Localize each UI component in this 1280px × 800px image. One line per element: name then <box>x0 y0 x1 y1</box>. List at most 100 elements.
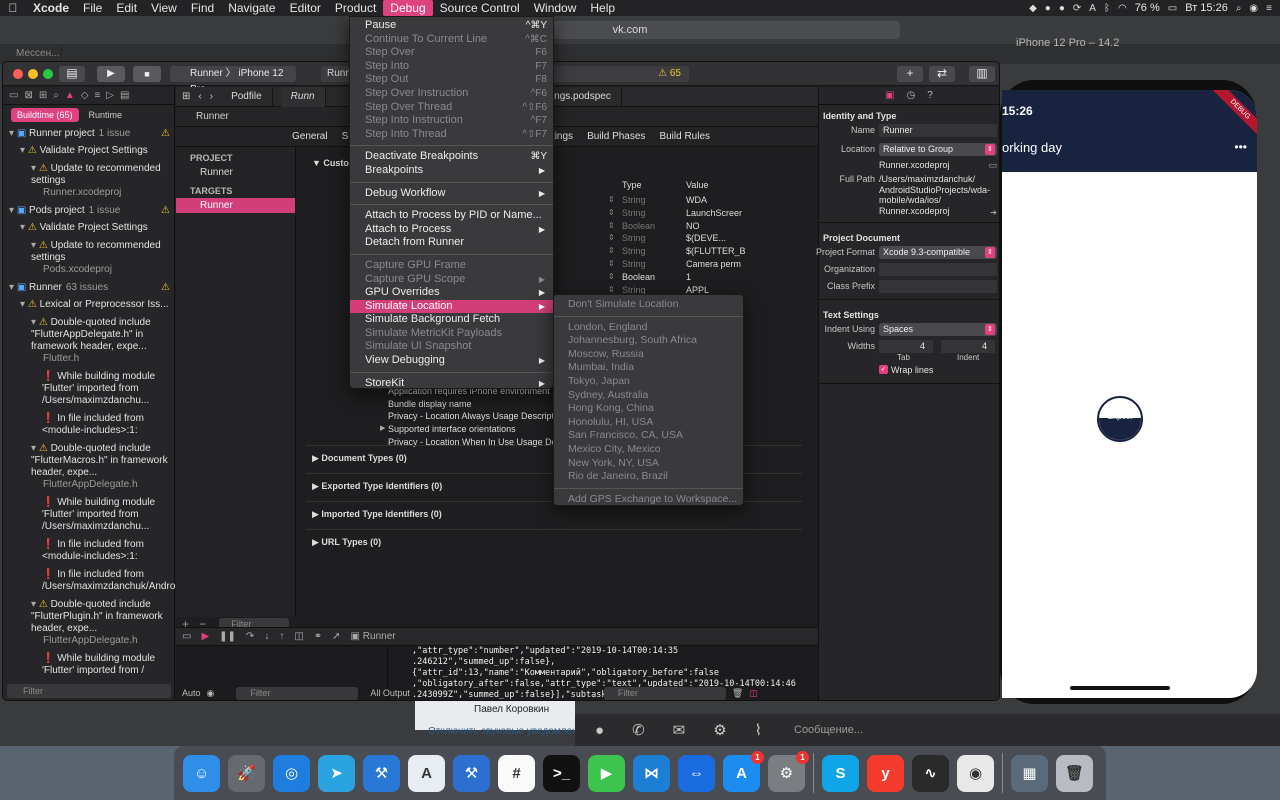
sync-icon[interactable]: ⟳ <box>1073 3 1081 14</box>
issue-row[interactable]: ❗ In file included from <module-includes… <box>3 412 174 438</box>
telegram-status-icon[interactable]: ● <box>1045 3 1051 14</box>
disclosure-icon[interactable]: ▾ <box>20 145 28 156</box>
menu-item-breakpoints[interactable]: Breakpoints ▶ <box>350 164 553 178</box>
disclosure-icon[interactable]: ▾ <box>20 222 28 233</box>
tab-general[interactable]: General <box>292 127 328 146</box>
stepper-icon[interactable]: ⇕ <box>608 221 615 230</box>
finder-icon[interactable]: ☺ <box>183 754 220 792</box>
plist-type[interactable]: String <box>622 208 646 218</box>
grid-icon[interactable]: ⊞ <box>182 91 190 102</box>
dont-simulate-location[interactable]: Don't Simulate Location <box>554 298 743 312</box>
collapsed-section[interactable]: ▶ Imported Type Identifiers (0) <box>312 509 442 520</box>
name-field[interactable]: Runner <box>879 124 997 137</box>
split-view-icon[interactable]: ◫ <box>749 688 758 699</box>
environment-icon[interactable]: ⚭ <box>314 631 322 642</box>
app-store-icon[interactable]: A1 <box>723 750 764 792</box>
plist-type[interactable]: Boolean <box>622 221 655 231</box>
teamviewer-icon[interactable]: ⇔ <box>678 754 715 792</box>
menu-navigate[interactable]: Navigate <box>221 0 282 16</box>
menu-item-pause[interactable]: Pause ^⌘Y <box>350 19 553 33</box>
yandex-icon[interactable]: у <box>867 754 904 792</box>
xcode-icon[interactable]: ⚒ <box>363 754 400 792</box>
folder-icon[interactable]: ▭ <box>9 90 18 101</box>
bluetooth-icon[interactable]: ᛒ <box>1104 3 1110 14</box>
menu-window[interactable]: Window <box>527 0 584 16</box>
control-center-icon[interactable]: ≡ <box>1266 3 1272 14</box>
history-icon[interactable]: ◷ <box>906 90 915 101</box>
run-button[interactable]: ▶ <box>97 66 125 82</box>
stop-button[interactable]: ■ <box>133 66 161 82</box>
disclosure-icon[interactable]: ▾ <box>31 317 39 328</box>
trash-icon[interactable]: 🗑 <box>1056 754 1093 792</box>
symbol-icon[interactable]: ⊞ <box>39 90 47 101</box>
plist-value[interactable]: $(FLUTTER_B <box>686 246 746 256</box>
expect-indicator[interactable]: Expect <box>1097 396 1143 442</box>
debug-nav-icon[interactable]: ≡ <box>94 90 100 101</box>
issue-row[interactable]: ▾ ⚠ Validate Project Settings <box>3 144 174 158</box>
segment-buildtime[interactable]: Buildtime (65) <box>11 108 79 122</box>
indent-width-field[interactable]: 4 <box>941 340 995 353</box>
add-gps-exchange[interactable]: Add GPS Exchange to Workspace... <box>554 493 743 507</box>
test-icon[interactable]: ◇ <box>81 90 89 101</box>
stepper-icon[interactable]: ⇕ <box>608 208 615 217</box>
plist-value[interactable]: NO <box>686 221 700 231</box>
back-icon[interactable]: ‹ <box>198 91 201 102</box>
stepper-icon[interactable]: ⇕ <box>608 233 615 242</box>
target-item[interactable]: Runner <box>176 198 295 213</box>
facetime-icon[interactable]: ▶ <box>588 754 625 792</box>
collapsed-section[interactable]: ▶ Document Types (0) <box>312 453 407 464</box>
tab-runner[interactable]: Runn <box>280 86 326 107</box>
pause-icon[interactable]: ❚❚ <box>219 631 236 642</box>
menu-debug[interactable]: Debug <box>383 0 433 16</box>
dropbox-icon[interactable]: ◆ <box>1029 3 1037 14</box>
issue-row[interactable]: ▾ ⚠ Update to recommended settings Runner… <box>3 162 174 200</box>
siri-icon[interactable]: ◉ <box>1249 3 1258 14</box>
menu-item-gpu-overrides[interactable]: GPU Overrides ▶ <box>350 286 553 300</box>
debug-target[interactable]: ▣ Runner <box>351 631 396 642</box>
slack-icon[interactable]: # <box>498 754 535 792</box>
simulator-icon[interactable]: ⚒ <box>453 754 490 792</box>
apple-icon[interactable]:  <box>0 1 26 15</box>
plist-type[interactable]: String <box>622 195 646 205</box>
menu-item-attach-to-process[interactable]: Attach to Process ▶ <box>350 223 553 237</box>
stepper-icon[interactable]: ⇕ <box>608 195 615 204</box>
issue-row[interactable]: ❗ While building module 'Flutter' import… <box>3 652 174 678</box>
android-studio-icon[interactable]: A <box>408 754 445 792</box>
issue-group-row[interactable]: ▾ ▣ Pods project 1 issue ⚠ <box>3 204 174 218</box>
menu-product[interactable]: Product <box>328 0 383 16</box>
inspector-toggle-icon[interactable]: ▥ <box>969 66 995 82</box>
variables-filter[interactable]: Filter <box>236 686 359 700</box>
library-button[interactable]: + <box>897 66 923 82</box>
menu-item-deactivate-breakpoints[interactable]: Deactivate Breakpoints ⌘Y <box>350 150 553 164</box>
close-button[interactable] <box>13 69 23 79</box>
stepper-icon[interactable]: ⇕ <box>608 272 615 281</box>
issue-row[interactable]: ▾ ⚠ Update to recommended settings Pods.x… <box>3 239 174 277</box>
trash-console-icon[interactable]: 🗑 <box>732 688 743 699</box>
breakpoint-nav-icon[interactable]: ▷ <box>106 90 114 101</box>
disclosure-icon[interactable]: ▾ <box>31 599 39 610</box>
menu-item-view-debugging[interactable]: View Debugging ▶ <box>350 354 553 368</box>
navigator-filter[interactable]: Filter <box>7 684 171 698</box>
issue-group-row[interactable]: ▾ ▣ Runner project 1 issue ⚠ <box>3 127 174 141</box>
issue-row[interactable]: ❗ In file included from /Users/maximzdan… <box>3 568 256 594</box>
vscode-icon[interactable]: ⋈ <box>633 754 670 792</box>
menu-item-simulate-location[interactable]: Simulate Location ▶ <box>350 299 553 314</box>
tab-build-rules[interactable]: Build Rules <box>659 127 710 146</box>
issue-row[interactable]: ▾ ⚠ Validate Project Settings <box>3 221 174 235</box>
issue-row[interactable]: ❗ In file included from <module-includes… <box>3 538 174 564</box>
plist-type[interactable]: String <box>622 246 646 256</box>
chat-icon[interactable]: ✉ <box>673 721 686 739</box>
issue-row[interactable]: ▾ ⚠ Lexical or Preprocessor Iss... <box>3 298 174 312</box>
issue-row[interactable]: ❗ While building module 'Flutter' import… <box>3 496 174 534</box>
collapsed-section[interactable]: ▶ URL Types (0) <box>312 537 381 548</box>
step-over-icon[interactable]: ↷ <box>246 631 254 642</box>
disclosure-icon[interactable]: ▾ <box>20 299 28 310</box>
plist-key[interactable]: Privacy - Location Always Usage Descript… <box>388 411 566 421</box>
warning-count[interactable]: ⚠ 65 <box>658 66 681 82</box>
step-into-icon[interactable]: ↓ <box>264 631 269 642</box>
wrap-checkbox[interactable]: ✓ <box>879 365 888 374</box>
folder-reveal-icon[interactable]: ▭ <box>988 160 997 171</box>
breakpoints-toggle-icon[interactable]: ▶ <box>201 631 209 642</box>
file-inspector-icon[interactable]: ▣ <box>885 90 894 101</box>
issue-group-row[interactable]: ▾ ▣ Runner 63 issues ⚠ <box>3 281 174 295</box>
